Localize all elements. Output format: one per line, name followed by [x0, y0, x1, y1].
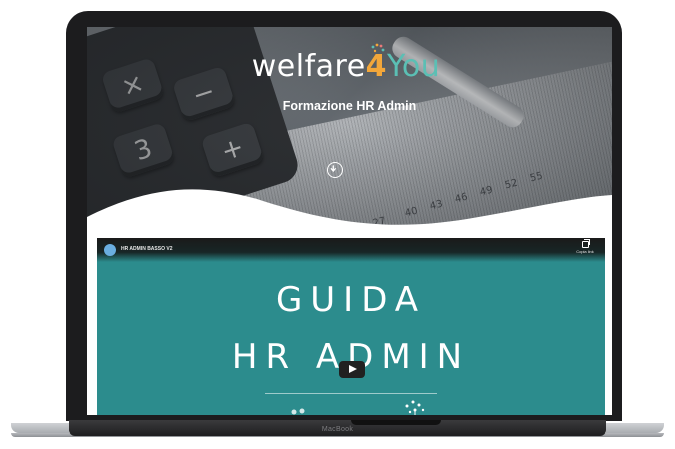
hero-section: × − + 3 27 40 43 46 49 52 55 welfare4You…: [87, 27, 612, 242]
brand-logo-you: You: [387, 49, 441, 84]
play-button[interactable]: [339, 361, 365, 378]
decorative-sprout-icon: [405, 400, 425, 415]
laptop-base-right: [606, 423, 664, 433]
laptop-base: MacBook: [11, 420, 664, 442]
hero-wave-divider: [87, 189, 612, 242]
copy-link-label: Copia link: [576, 249, 594, 254]
sprout-icon: [371, 43, 385, 53]
brand-logo[interactable]: welfare4You: [226, 49, 466, 84]
device-label: MacBook: [321, 426, 354, 433]
laptop-hinge: MacBook: [69, 420, 606, 436]
laptop-notch: [351, 420, 441, 425]
arrow-down-icon: [330, 165, 336, 172]
hero-subtitle: Formazione HR Admin: [282, 99, 417, 113]
video-player[interactable]: HR ADMIN BASSO V2 Copia link GUIDA HR AD…: [97, 238, 605, 415]
laptop-base-left: [11, 423, 69, 433]
video-heading-line1: GUIDA: [275, 280, 427, 320]
brand-logo-main: welfare: [251, 49, 366, 84]
video-top-bar: HR ADMIN BASSO V2 Copia link: [97, 238, 605, 262]
video-divider: [265, 393, 437, 394]
decorative-figure-icon: [291, 408, 305, 415]
laptop-screen: × − + 3 27 40 43 46 49 52 55 welfare4You…: [87, 27, 612, 415]
copy-link-button[interactable]: Copia link: [575, 239, 595, 254]
video-title[interactable]: HR ADMIN BASSO V2: [121, 246, 173, 252]
copy-icon: [581, 239, 590, 248]
scroll-down-button[interactable]: [327, 162, 343, 178]
channel-avatar[interactable]: [104, 244, 116, 256]
